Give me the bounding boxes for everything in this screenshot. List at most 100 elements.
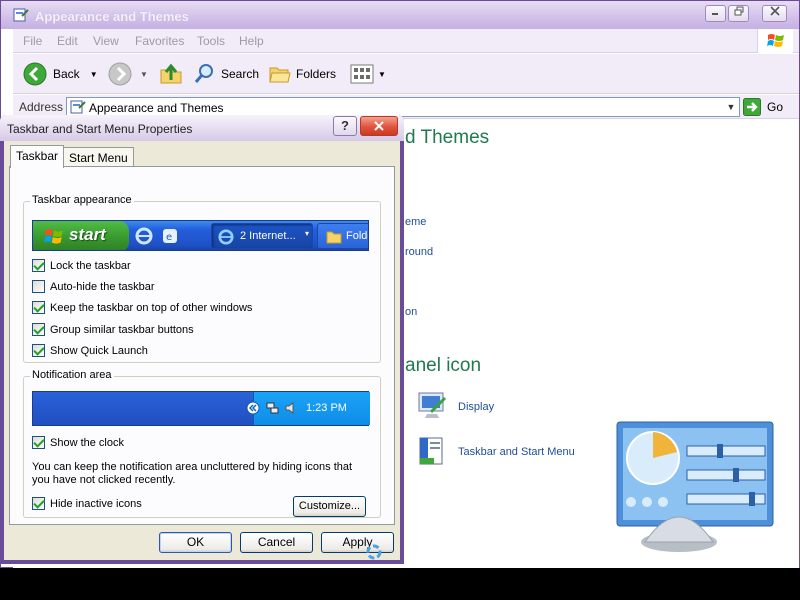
windows-flag-icon xyxy=(757,29,793,53)
taskbar-start-menu-link[interactable]: Taskbar and Start Menu xyxy=(458,446,575,458)
control-panel-watermark-icon xyxy=(616,421,774,552)
tab-taskbar[interactable]: Taskbar xyxy=(10,145,65,168)
start-button-preview: start xyxy=(33,221,129,250)
keep-on-top-checkbox[interactable]: Keep the taskbar on top of other windows xyxy=(32,301,252,314)
group-buttons-label: Group similar taskbar buttons xyxy=(50,323,194,336)
outlook-quicklaunch-icon: e xyxy=(163,229,177,243)
windows-logo-icon xyxy=(44,229,63,244)
minimize-button[interactable] xyxy=(705,5,726,22)
show-clock-box[interactable] xyxy=(32,436,45,449)
back-button[interactable]: Back ▼ xyxy=(23,62,98,86)
menu-tools[interactable]: Tools xyxy=(197,34,225,48)
forward-arrow-icon xyxy=(108,62,132,86)
search-button[interactable]: Search xyxy=(193,62,259,86)
maximize-button[interactable] xyxy=(728,5,749,22)
taskbar-tab-panel: Taskbar appearance start e 2 Internet...… xyxy=(9,166,395,525)
keep-on-top-box[interactable] xyxy=(32,301,45,314)
address-field[interactable]: Appearance and Themes ▼ xyxy=(66,97,740,117)
network-icon xyxy=(266,402,279,414)
menu-favorites[interactable]: Favorites xyxy=(135,34,184,48)
views-dropdown-icon: ▼ xyxy=(378,69,386,79)
ok-button[interactable]: OK xyxy=(159,532,232,553)
go-arrow-icon xyxy=(743,98,761,116)
show-clock-checkbox[interactable]: Show the clock xyxy=(32,436,124,449)
internet-button-label: 2 Internet... xyxy=(240,230,296,242)
group-buttons-box[interactable] xyxy=(32,323,45,336)
menu-edit[interactable]: Edit xyxy=(57,34,78,48)
display-icon[interactable] xyxy=(417,390,449,422)
customize-button[interactable]: Customize... xyxy=(293,496,366,517)
pick-icon-heading: anel icon xyxy=(405,355,482,376)
search-icon xyxy=(194,64,213,83)
folder-icon xyxy=(326,231,342,244)
quick-launch-label: Show Quick Launch xyxy=(50,344,148,357)
auto-hide-checkbox[interactable]: Auto-hide the taskbar xyxy=(32,280,155,293)
system-tray-preview: 1:23 PM xyxy=(246,392,370,425)
minimize-icon xyxy=(711,13,718,15)
explorer-title: Appearance and Themes xyxy=(35,9,189,24)
cancel-button[interactable]: Cancel xyxy=(240,532,313,553)
back-arrow-icon xyxy=(23,62,47,86)
back-dropdown-icon[interactable]: ▼ xyxy=(90,70,98,79)
taskbar-button-folder: Folde xyxy=(317,223,368,249)
control-panel-small-icon xyxy=(70,100,86,114)
auto-hide-box[interactable] xyxy=(32,280,45,293)
up-folder-icon xyxy=(160,63,182,84)
views-button[interactable]: ▼ xyxy=(350,62,386,86)
pick-task-heading: d Themes xyxy=(405,127,490,148)
svg-text:e: e xyxy=(166,232,172,243)
auto-hide-label: Auto-hide the taskbar xyxy=(50,280,155,293)
search-label: Search xyxy=(221,67,260,81)
folders-button[interactable]: Folders xyxy=(268,62,336,86)
tab-start-menu[interactable]: Start Menu xyxy=(63,147,134,168)
notification-description: You can keep the notification area unclu… xyxy=(32,461,353,486)
display-link[interactable]: Display xyxy=(458,401,494,413)
restore-icon xyxy=(734,6,743,16)
menu-view[interactable]: View xyxy=(93,34,119,48)
dialog-body: Taskbar Start Menu Taskbar appearance st… xyxy=(4,141,400,560)
forward-dropdown-icon[interactable]: ▼ xyxy=(140,70,148,79)
close-button[interactable] xyxy=(762,5,787,22)
volume-icon xyxy=(285,402,294,414)
group-buttons-checkbox[interactable]: Group similar taskbar buttons xyxy=(32,323,194,336)
taskbar-properties-dialog: Taskbar and Start Menu Properties ? Task… xyxy=(0,115,404,564)
group-arrow-icon: ▾ xyxy=(305,229,310,238)
task-link-resolution[interactable]: on xyxy=(405,306,417,318)
close-icon xyxy=(769,6,780,16)
hide-inactive-checkbox[interactable]: Hide inactive icons xyxy=(32,497,142,510)
quick-launch-checkbox[interactable]: Show Quick Launch xyxy=(32,344,148,357)
notification-area-label: Notification area xyxy=(30,369,114,381)
hide-inactive-box[interactable] xyxy=(32,497,45,510)
go-button[interactable]: Go xyxy=(743,97,783,117)
help-icon: ? xyxy=(341,118,349,133)
menu-file[interactable]: File xyxy=(23,34,42,48)
explorer-title-bar[interactable]: Appearance and Themes xyxy=(1,1,799,29)
task-link-theme[interactable]: eme xyxy=(405,216,426,228)
dialog-close-button[interactable] xyxy=(360,116,398,136)
ie-quicklaunch-icon xyxy=(135,227,153,245)
task-link-background[interactable]: round xyxy=(405,246,433,258)
address-dropdown-icon[interactable]: ▼ xyxy=(725,100,737,114)
up-folder-button[interactable] xyxy=(159,62,183,86)
apply-button[interactable]: Apply xyxy=(321,532,394,553)
lock-taskbar-box[interactable] xyxy=(32,259,45,272)
folders-label: Folders xyxy=(296,67,337,81)
go-label: Go xyxy=(767,100,784,114)
hide-inactive-label: Hide inactive icons xyxy=(50,497,142,510)
dialog-title: Taskbar and Start Menu Properties xyxy=(7,122,193,136)
folders-icon xyxy=(269,67,291,83)
show-clock-label: Show the clock xyxy=(50,436,124,449)
taskbar-start-menu-icon[interactable] xyxy=(417,436,449,468)
quick-launch-box[interactable] xyxy=(32,344,45,357)
dialog-title-bar[interactable]: Taskbar and Start Menu Properties ? xyxy=(0,115,404,141)
lock-taskbar-checkbox[interactable]: Lock the taskbar xyxy=(32,259,131,272)
menu-help[interactable]: Help xyxy=(239,34,264,48)
expand-chevron-icon xyxy=(246,401,260,415)
start-label: start xyxy=(69,225,106,244)
address-value: Appearance and Themes xyxy=(89,101,224,115)
ie-icon xyxy=(218,229,234,245)
help-button[interactable]: ? xyxy=(333,116,357,136)
forward-button[interactable]: ▼ xyxy=(108,62,148,86)
screen-bottom-strip xyxy=(0,568,800,600)
control-panel-icon xyxy=(13,8,29,22)
